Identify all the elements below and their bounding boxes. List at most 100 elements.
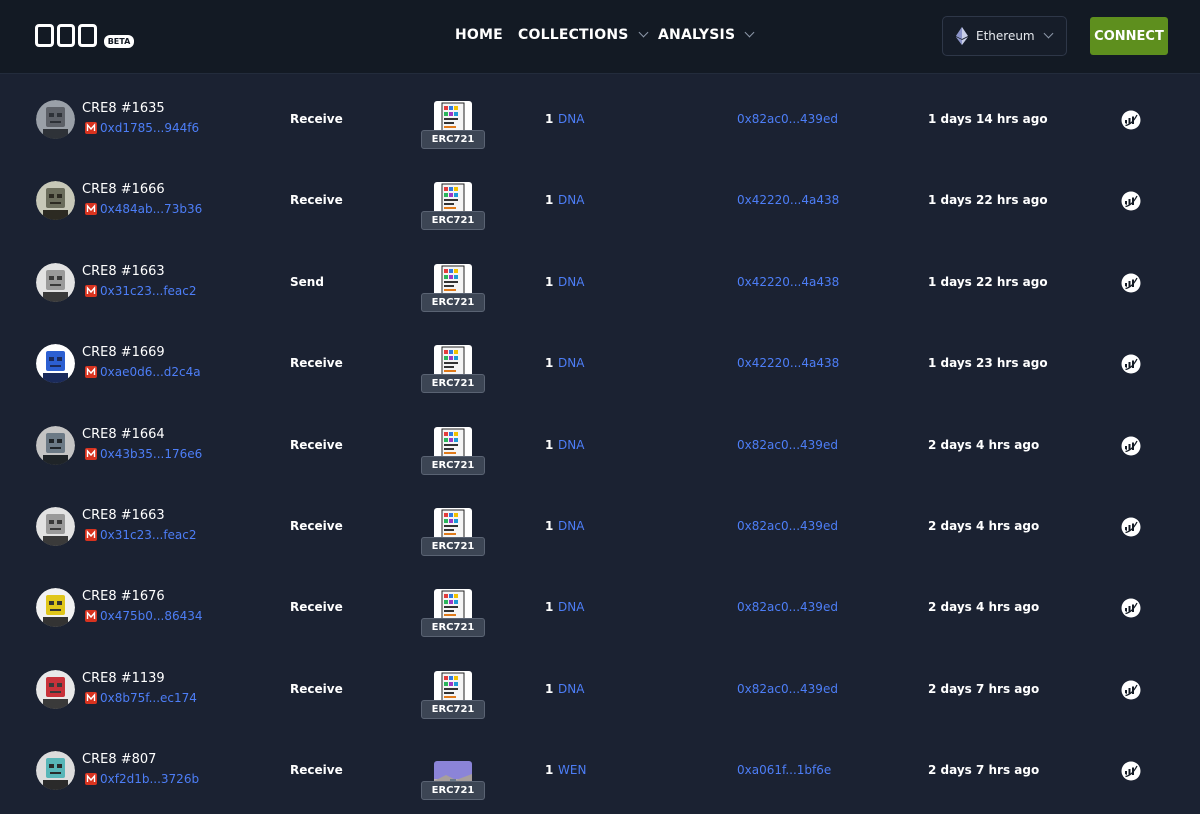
robot-dark-avatar[interactable]: [36, 426, 75, 465]
token-name-link[interactable]: CRE8 #1663: [82, 264, 165, 279]
etherscan-icon[interactable]: [1121, 354, 1141, 374]
quantity: 1: [545, 356, 554, 370]
collection-link[interactable]: DNA: [558, 112, 584, 126]
collection-link[interactable]: DNA: [558, 682, 584, 696]
robot-white-avatar[interactable]: [36, 507, 75, 546]
collection-link[interactable]: DNA: [558, 600, 584, 614]
opensea-marker-icon: [85, 692, 97, 704]
counterparty-address-link[interactable]: 0x82ac0...439ed: [737, 600, 838, 614]
collection-link[interactable]: WEN: [558, 763, 586, 777]
timestamp: 1 days 22 hrs ago: [928, 275, 1048, 289]
nft-thumbnail-image[interactable]: [434, 101, 472, 133]
etherscan-icon[interactable]: [1121, 436, 1141, 456]
nav-home-label: HOME: [455, 27, 503, 43]
logo-block: [78, 24, 98, 47]
collection-link[interactable]: DNA: [558, 519, 584, 533]
nft-thumbnail-image[interactable]: [434, 264, 472, 296]
owner-address: 0x484ab...73b36: [100, 202, 203, 216]
timestamp: 1 days 14 hrs ago: [928, 112, 1048, 126]
counterparty-address-link[interactable]: 0xa061f...1bf6e: [737, 763, 831, 777]
owner-address-link[interactable]: 0x475b0...86434: [84, 609, 203, 623]
counterparty-address-link[interactable]: 0x42220...4a438: [737, 356, 839, 370]
token-name-link[interactable]: CRE8 #1635: [82, 101, 165, 116]
timestamp: 2 days 7 hrs ago: [928, 682, 1040, 696]
owner-address-link[interactable]: 0xae0d6...d2c4a: [84, 365, 201, 379]
token-standard-badge: ERC721: [421, 456, 485, 475]
etherscan-icon[interactable]: [1121, 517, 1141, 537]
owner-address-link[interactable]: 0xf2d1b...3726b: [84, 772, 199, 786]
token-name-link[interactable]: CRE8 #1139: [82, 671, 165, 686]
robot-white-avatar[interactable]: [36, 263, 75, 302]
collection-link[interactable]: DNA: [558, 438, 584, 452]
connect-button[interactable]: CONNECT: [1090, 17, 1168, 55]
action-type: Receive: [290, 600, 343, 614]
counterparty-address-link[interactable]: 0x42220...4a438: [737, 193, 839, 207]
etherscan-icon[interactable]: [1121, 110, 1141, 130]
owner-address-link[interactable]: 0x43b35...176e6: [84, 447, 202, 461]
opensea-marker-icon: [85, 122, 97, 134]
table-row: CRE8 #1664 0x43b35...176e6 Receive ERC72…: [0, 405, 1200, 486]
quantity: 1: [545, 763, 554, 777]
table-row: CRE8 #1139 0x8b75f...ec174 Receive ERC72…: [0, 649, 1200, 730]
etherscan-icon[interactable]: [1121, 273, 1141, 293]
robot-red-avatar[interactable]: [36, 670, 75, 709]
quantity: 1: [545, 112, 554, 126]
owner-address: 0xd1785...944f6: [100, 121, 200, 135]
opensea-marker-icon: [85, 448, 97, 460]
table-row: CRE8 #1663 0x31c23...feac2 Send ERC721 1…: [0, 242, 1200, 323]
robot-teal-avatar[interactable]: [36, 751, 75, 790]
nft-thumbnail-image[interactable]: [434, 427, 472, 459]
quantity: 1: [545, 682, 554, 696]
logo-block: [56, 24, 76, 47]
counterparty-address-link[interactable]: 0x82ac0...439ed: [737, 682, 838, 696]
logo-block: [35, 24, 54, 47]
collection-link[interactable]: DNA: [558, 193, 584, 207]
token-name-link[interactable]: CRE8 #1669: [82, 345, 165, 360]
counterparty-address-link[interactable]: 0x42220...4a438: [737, 275, 839, 289]
opensea-marker-icon: [85, 773, 97, 785]
nft-thumbnail-image[interactable]: [434, 182, 472, 214]
token-name-link[interactable]: CRE8 #1666: [82, 182, 165, 197]
owner-address-link[interactable]: 0x31c23...feac2: [84, 284, 197, 298]
opensea-marker-icon: [85, 285, 97, 297]
etherscan-icon[interactable]: [1121, 598, 1141, 618]
token-name-link[interactable]: CRE8 #1664: [82, 427, 165, 442]
token-name-link[interactable]: CRE8 #1676: [82, 589, 165, 604]
owner-address-link[interactable]: 0xd1785...944f6: [84, 121, 199, 135]
token-name-link[interactable]: CRE8 #1663: [82, 508, 165, 523]
counterparty-address-link[interactable]: 0x82ac0...439ed: [737, 519, 838, 533]
nav-analysis[interactable]: ANALYSIS: [658, 27, 755, 43]
owner-address-link[interactable]: 0x8b75f...ec174: [84, 691, 197, 705]
counterparty-address-link[interactable]: 0x82ac0...439ed: [737, 438, 838, 452]
robot-hat-avatar[interactable]: [36, 181, 75, 220]
nft-thumbnail-image[interactable]: [434, 345, 472, 377]
nav-collections[interactable]: COLLECTIONS: [518, 27, 648, 43]
timestamp: 2 days 4 hrs ago: [928, 519, 1040, 533]
nft-thumbnail-image[interactable]: [434, 508, 472, 540]
collection-link[interactable]: DNA: [558, 356, 584, 370]
token-name-link[interactable]: CRE8 #807: [82, 752, 156, 767]
robot-yellow-avatar[interactable]: [36, 588, 75, 627]
table-row: CRE8 #807 0xf2d1b...3726b Receive ERC721…: [0, 730, 1200, 811]
robot-blue-avatar[interactable]: [36, 344, 75, 383]
counterparty-address-link[interactable]: 0x82ac0...439ed: [737, 112, 838, 126]
network-selector[interactable]: Ethereum: [942, 16, 1067, 56]
etherscan-icon[interactable]: [1121, 191, 1141, 211]
nft-thumbnail-image[interactable]: [434, 671, 472, 703]
opensea-marker-icon: [85, 529, 97, 541]
robot-grey-avatar[interactable]: [36, 100, 75, 139]
action-type: Receive: [290, 519, 343, 533]
etherscan-icon[interactable]: [1121, 680, 1141, 700]
nav-home[interactable]: HOME: [455, 27, 503, 43]
owner-address-link[interactable]: 0x31c23...feac2: [84, 528, 197, 542]
etherscan-icon[interactable]: [1121, 761, 1141, 781]
token-standard-badge: ERC721: [421, 293, 485, 312]
table-row: CRE8 #1669 0xae0d6...d2c4a Receive ERC72…: [0, 323, 1200, 404]
action-type: Receive: [290, 763, 343, 777]
nft-thumbnail-image[interactable]: [434, 589, 472, 621]
owner-address-link[interactable]: 0x484ab...73b36: [84, 202, 202, 216]
token-standard-badge: ERC721: [421, 700, 485, 719]
collection-link[interactable]: DNA: [558, 275, 584, 289]
site-logo[interactable]: [35, 24, 98, 47]
token-standard-badge: ERC721: [421, 130, 485, 149]
